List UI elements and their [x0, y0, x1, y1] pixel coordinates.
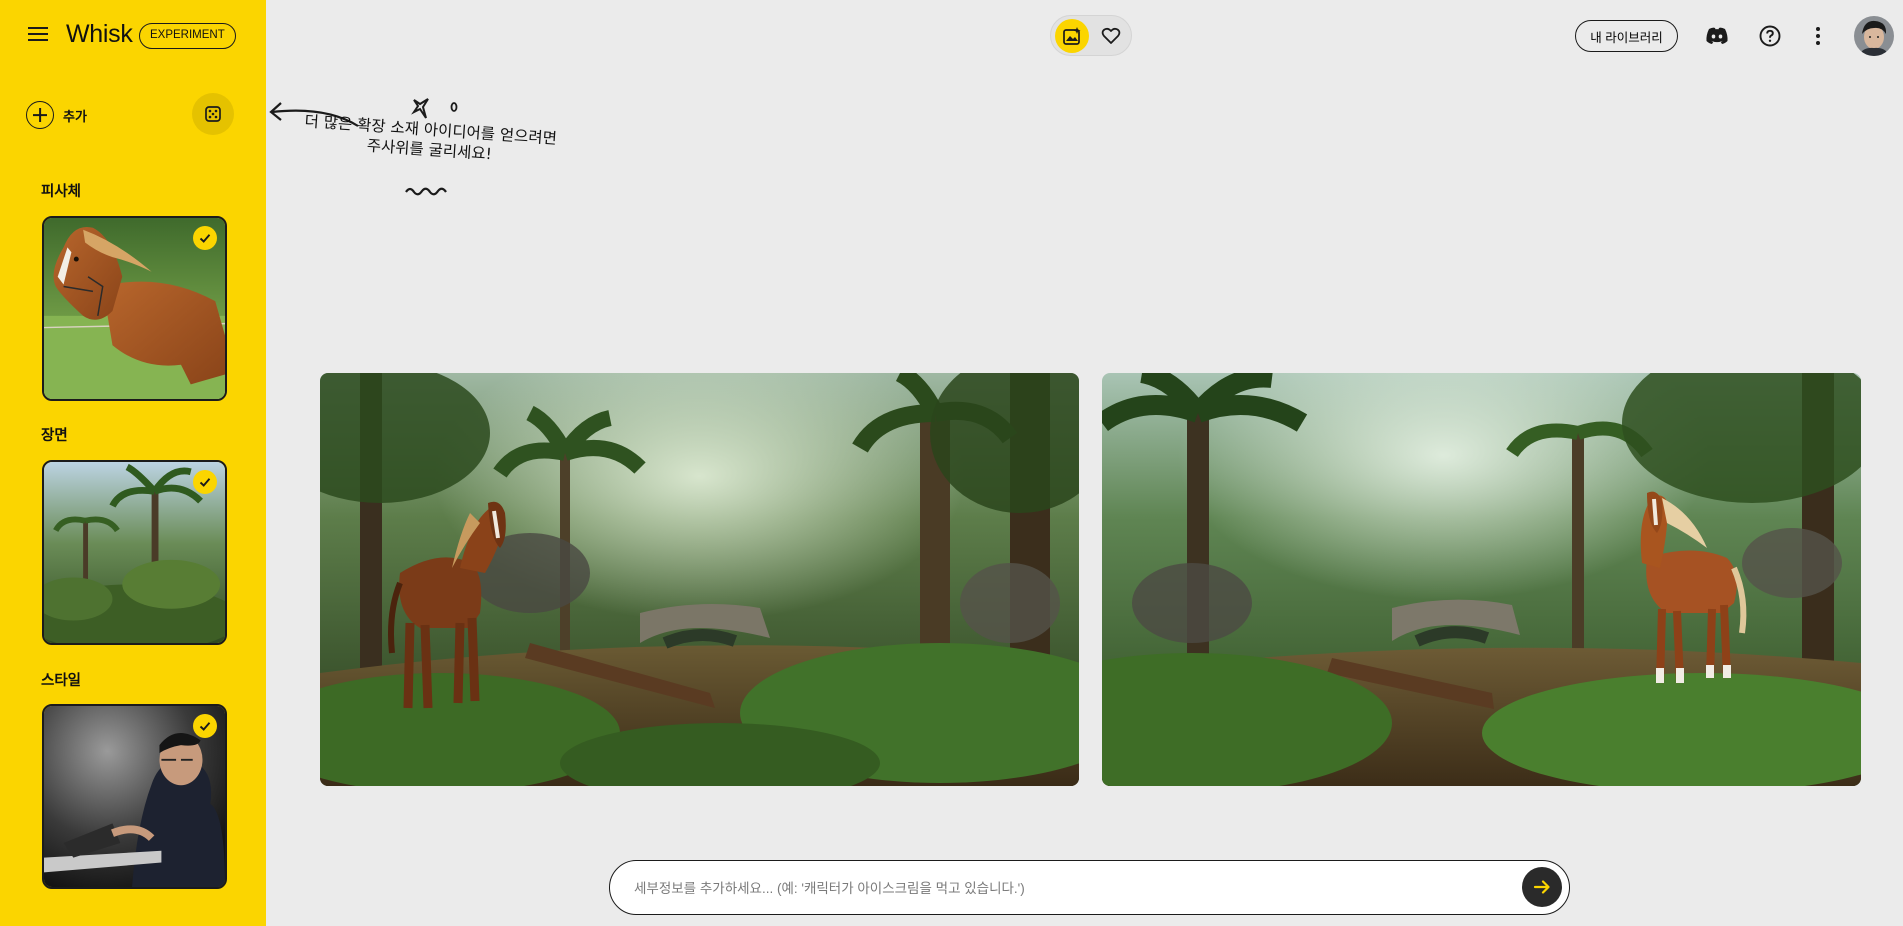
section-label-style: 스타일: [41, 673, 82, 689]
favorites-button[interactable]: [1094, 19, 1128, 53]
app-logo: Whisk: [66, 20, 133, 48]
prompt-bar: [609, 860, 1570, 915]
generated-image-2[interactable]: [1102, 373, 1861, 786]
arrow-right-icon: [1533, 880, 1550, 894]
user-avatar-image: [1854, 16, 1894, 56]
prompt-input[interactable]: [634, 875, 1494, 901]
heart-icon: [1101, 27, 1121, 44]
style-card[interactable]: [42, 704, 227, 889]
help-button[interactable]: [1754, 20, 1786, 52]
dice-icon: [205, 106, 221, 122]
add-label: 추가: [63, 108, 87, 124]
subject-card[interactable]: [42, 216, 227, 401]
add-button[interactable]: 추가: [26, 100, 87, 130]
more-vert-icon: [1816, 27, 1820, 45]
dice-button[interactable]: [192, 93, 234, 135]
generated-horse-jungle-image-1: [320, 373, 1079, 786]
avatar[interactable]: [1854, 16, 1894, 56]
submit-button[interactable]: [1522, 867, 1562, 907]
section-label-scene: 장면: [41, 428, 68, 444]
dice-hint-text: 더 많은 확장 소재 아이디어를 얻으려면 주사위를 굴리세요!: [299, 111, 561, 169]
generated-horse-jungle-image-2: [1102, 373, 1861, 786]
discord-button[interactable]: [1701, 20, 1733, 52]
check-icon: [199, 234, 211, 243]
generated-image-1[interactable]: [320, 373, 1079, 786]
squiggle-doodle-icon: [405, 187, 447, 196]
image-sparkle-icon: [1063, 27, 1081, 45]
subject-selected-check: [193, 226, 217, 250]
sidebar: Whisk EXPERIMENT 추가 피사체 장면 스타일: [0, 0, 266, 926]
check-icon: [199, 478, 211, 487]
more-options-button[interactable]: [1802, 20, 1834, 52]
section-label-subject: 피사체: [41, 184, 82, 200]
scene-selected-check: [193, 470, 217, 494]
view-toggle: [1050, 15, 1132, 56]
discord-icon: [1706, 27, 1728, 44]
style-selected-check: [193, 714, 217, 738]
experiment-badge: EXPERIMENT: [139, 23, 236, 49]
scene-card[interactable]: [42, 460, 227, 645]
plus-icon: [26, 101, 54, 129]
help-icon: [1759, 25, 1781, 47]
generated-images-button[interactable]: [1055, 19, 1089, 53]
my-library-button[interactable]: 내 라이브러리: [1575, 20, 1678, 52]
menu-icon[interactable]: [26, 22, 50, 46]
check-icon: [199, 722, 211, 731]
